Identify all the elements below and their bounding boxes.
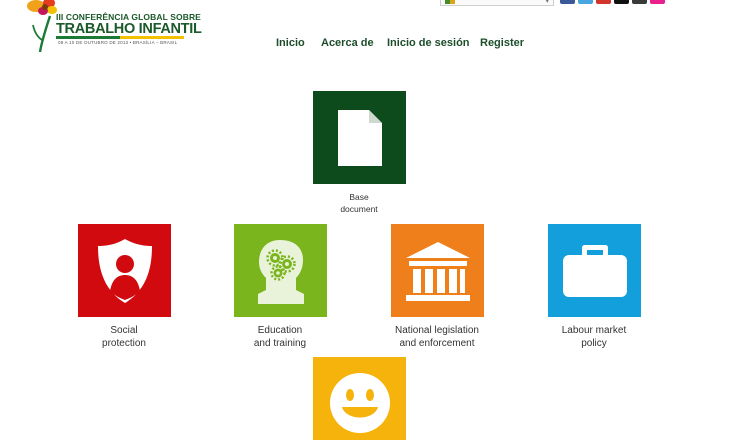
main-nav: Inicio Acerca de Inicio de sesión Regist… bbox=[0, 37, 750, 51]
tile-smiley[interactable] bbox=[313, 357, 406, 440]
tile-education-training[interactable] bbox=[234, 224, 327, 317]
flickr-icon[interactable] bbox=[614, 0, 629, 4]
nav-register[interactable]: Register bbox=[480, 37, 524, 49]
caption-social-protection: Social protection bbox=[59, 324, 189, 350]
translate-select[interactable]: ▾ bbox=[440, 0, 554, 6]
twitter-icon[interactable] bbox=[578, 0, 593, 4]
caption-line2: and enforcement bbox=[399, 338, 475, 349]
caption-line2: protection bbox=[102, 338, 146, 349]
smiley-icon bbox=[329, 373, 390, 433]
social-links bbox=[560, 0, 665, 4]
youtube-icon[interactable] bbox=[596, 0, 611, 4]
caption-line1: Education bbox=[257, 325, 303, 336]
tile-labour-market[interactable] bbox=[548, 224, 641, 317]
nav-login[interactable]: Inicio de sesión bbox=[387, 37, 470, 49]
facebook-icon[interactable] bbox=[560, 0, 575, 4]
tile-national-legislation[interactable] bbox=[391, 224, 484, 317]
caption-line1: Base bbox=[349, 192, 369, 202]
head-gears-icon bbox=[257, 239, 304, 304]
nav-inicio[interactable]: Inicio bbox=[276, 37, 305, 49]
caption-labour-market: Labour market policy bbox=[529, 324, 659, 350]
courthouse-icon bbox=[405, 241, 470, 301]
caption-line2: and training bbox=[253, 338, 307, 349]
caption-line1: Labour market bbox=[561, 325, 627, 336]
caption-line1: Social bbox=[110, 325, 138, 336]
tile-base-document[interactable] bbox=[313, 91, 406, 184]
logo-title-line2: TRABALHO INFANTIL bbox=[56, 21, 202, 37]
pinterest-icon[interactable] bbox=[650, 0, 665, 4]
caption-line2: policy bbox=[581, 338, 607, 349]
translate-icon bbox=[445, 0, 455, 4]
caption-national-legislation: National legislation and enforcement bbox=[372, 324, 502, 350]
caption-line1: National legislation bbox=[395, 325, 479, 336]
chevron-down-icon: ▾ bbox=[545, 0, 549, 5]
tile-social-protection[interactable] bbox=[78, 224, 171, 317]
shield-person-icon bbox=[97, 238, 152, 303]
briefcase-icon bbox=[562, 244, 627, 297]
caption-line2: document bbox=[340, 204, 378, 214]
document-icon bbox=[337, 109, 382, 166]
caption-education-training: Education and training bbox=[215, 324, 345, 350]
instagram-icon[interactable] bbox=[632, 0, 647, 4]
caption-base-document: Base document bbox=[294, 191, 424, 215]
nav-acerca-de[interactable]: Acerca de bbox=[321, 37, 374, 49]
